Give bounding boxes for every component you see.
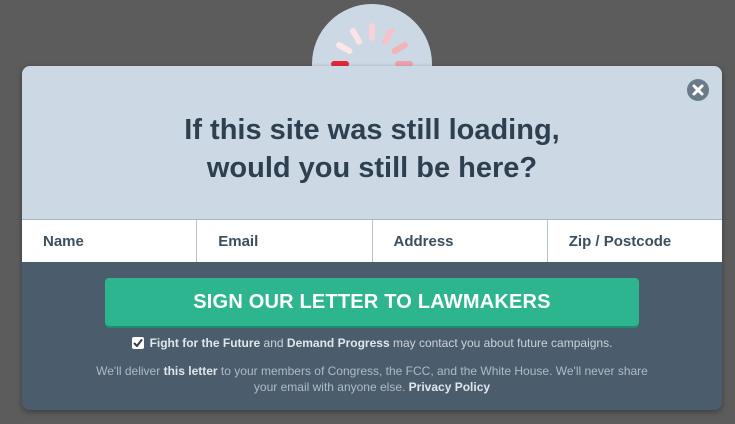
modal-header: If this site was still loading, would yo…: [22, 66, 722, 219]
checkmark-icon: [133, 339, 143, 347]
page-backdrop: If this site was still loading, would yo…: [0, 0, 735, 424]
name-field-cell: [22, 220, 198, 262]
address-field-cell: [373, 220, 548, 262]
consent-org-1: Fight for the Future: [149, 336, 261, 350]
modal-footer: SIGN OUR LETTER TO LAWMAKERS Fight for t…: [22, 262, 722, 410]
privacy-policy-link[interactable]: Privacy Policy: [409, 380, 490, 394]
zip-field-cell: [548, 220, 722, 262]
consent-text: may contact you about future campaigns.: [389, 336, 613, 350]
address-field[interactable]: [391, 231, 547, 251]
headline-line-1: If this site was still loading,: [184, 114, 560, 146]
disclaimer-text-1: We'll deliver: [96, 364, 164, 378]
consent-and: and: [260, 336, 287, 350]
headline-line-2: would you still be here?: [206, 152, 538, 184]
headline: If this site was still loading, would yo…: [22, 111, 722, 187]
consent-checkbox[interactable]: [131, 337, 144, 349]
sign-letter-button[interactable]: SIGN OUR LETTER TO LAWMAKERS: [105, 278, 639, 326]
disclaimer: We'll deliver this letter to your member…: [92, 363, 652, 395]
this-letter-link[interactable]: this letter: [164, 364, 218, 378]
name-field[interactable]: [41, 231, 197, 251]
consent-org-2: Demand Progress: [286, 336, 390, 350]
email-field[interactable]: [216, 231, 372, 251]
petition-modal: If this site was still loading, would yo…: [22, 66, 722, 410]
close-button[interactable]: [687, 79, 709, 101]
consent-line: Fight for the Future and Demand Progress…: [22, 336, 722, 350]
signup-fields: [22, 219, 722, 262]
email-field-cell: [197, 220, 373, 262]
zip-field[interactable]: [566, 231, 722, 251]
close-icon: [692, 84, 704, 96]
